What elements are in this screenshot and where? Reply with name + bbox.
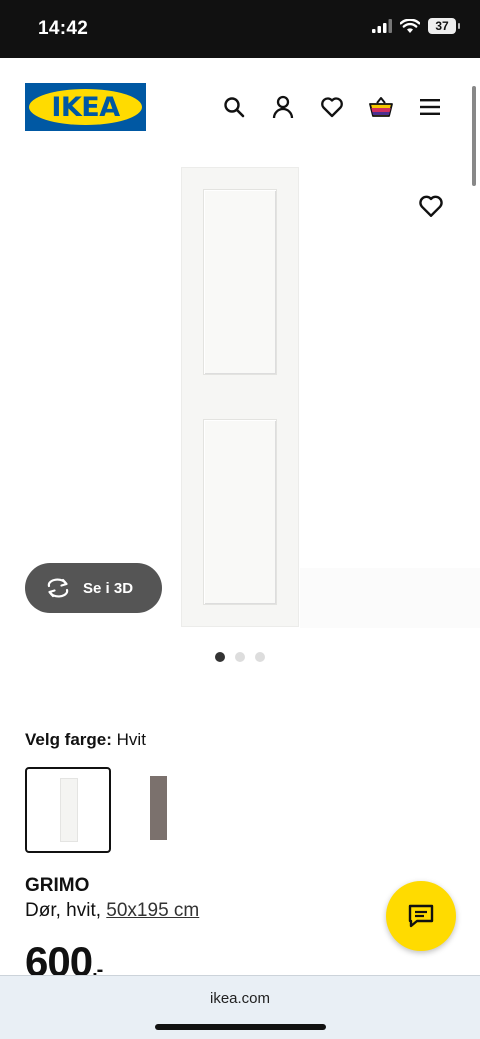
gallery-pagination [215,652,265,662]
home-indicator[interactable] [155,1024,326,1030]
chat-icon [408,904,434,928]
gallery-dot-3[interactable] [255,652,265,662]
basket-icon[interactable] [368,94,394,120]
site-header: IKEA [0,58,480,158]
product-description: Dør, hvit, 50x195 cm [25,900,199,922]
door-panel-upper [203,189,277,375]
color-label-heading: Velg farge: [25,730,112,749]
cellular-signal-icon [372,19,392,33]
wifi-icon [400,18,420,33]
view-in-3d-button[interactable]: Se i 3D [25,563,162,613]
selected-color-name: Hvit [116,730,146,749]
product-name: GRIMO [25,875,90,896]
door-panel-lower [203,419,277,605]
browser-url-bar[interactable]: ikea.com [0,975,480,1039]
user-icon[interactable] [270,94,296,120]
gallery-backdrop [300,568,480,628]
gallery-dot-2[interactable] [235,652,245,662]
product-measurement-link[interactable]: 50x195 cm [106,900,199,921]
color-swatch-grey[interactable] [125,767,211,853]
url-text[interactable]: ikea.com [0,990,480,1007]
logo-text: IKEA [51,91,120,123]
battery-level: 37 [435,19,449,33]
view-in-3d-label: Se i 3D [83,579,134,597]
menu-icon[interactable] [417,94,443,120]
swatch-image-grey [150,776,167,840]
gallery-dot-1[interactable] [215,652,225,662]
add-to-favourites-button[interactable] [418,194,444,220]
search-icon[interactable] [221,94,247,120]
status-icons: 37 [372,18,460,34]
color-selection-label: Velg farge: Hvit [25,730,146,750]
status-time: 14:42 [38,18,89,39]
swatch-image-white [60,778,78,842]
rotate-3d-icon [47,578,69,598]
product-type: Dør, hvit, [25,900,102,921]
heart-icon[interactable] [319,94,345,120]
product-image-door [181,167,299,627]
ikea-logo[interactable]: IKEA [25,83,146,131]
chat-button[interactable] [386,881,456,951]
logo-oval: IKEA [29,89,142,125]
battery-indicator: 37 [428,18,460,34]
color-swatch-white[interactable] [25,767,111,853]
status-bar: 14:42 37 [0,0,480,58]
